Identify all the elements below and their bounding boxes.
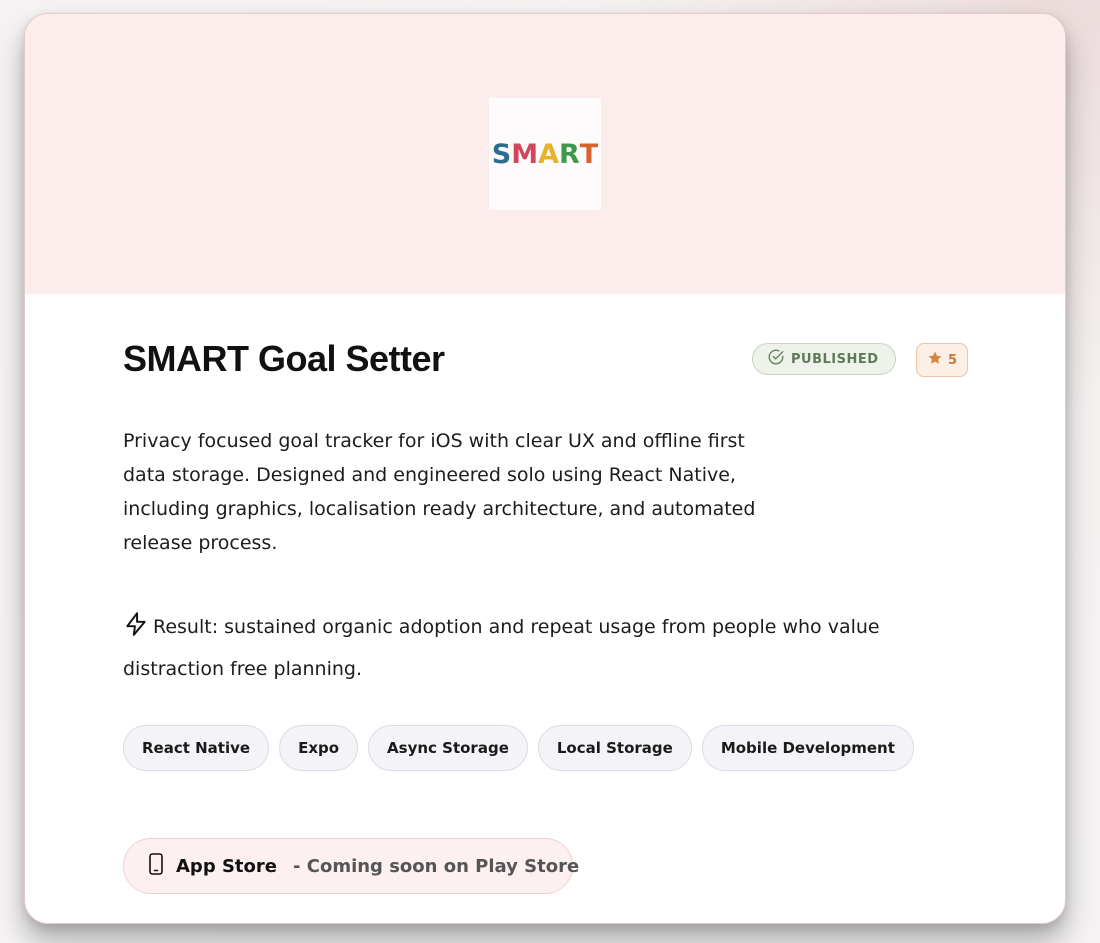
status-badge: PUBLISHED <box>752 343 896 375</box>
logo-wordmark: SMART <box>492 139 598 170</box>
tag-async-storage[interactable]: Async Storage <box>368 725 528 771</box>
star-icon <box>927 350 943 370</box>
tech-tags: React Native Expo Async Storage Local St… <box>123 725 914 771</box>
check-circle-icon <box>767 348 785 370</box>
result-text: Result: sustained organic adoption and r… <box>123 616 880 680</box>
project-description: Privacy focused goal tracker for iOS wit… <box>123 430 756 554</box>
store-note: - Coming soon on Play Store <box>293 855 580 877</box>
logo-letter: R <box>559 138 580 170</box>
logo-letter: A <box>538 138 559 170</box>
project-card: SMART SMART Goal Setter PUBLISHED 5 Priv… <box>24 13 1066 924</box>
smart-logo-icon: SMART <box>489 98 601 210</box>
store-name: App Store <box>176 855 277 877</box>
rating-badge: 5 <box>916 343 968 377</box>
tag-react-native[interactable]: React Native <box>123 725 270 771</box>
logo-letter: M <box>511 138 539 170</box>
tag-expo[interactable]: Expo <box>279 725 359 771</box>
app-store-link[interactable]: App Store - Coming soon on Play Store <box>123 838 579 894</box>
status-label: PUBLISHED <box>791 351 879 367</box>
project-title: SMART Goal Setter <box>123 338 445 379</box>
tag-mobile-development[interactable]: Mobile Development <box>701 725 914 771</box>
lightning-icon <box>123 611 149 650</box>
smartphone-icon <box>148 852 164 880</box>
project-hero: SMART <box>25 14 1065 294</box>
logo-letter: T <box>579 138 599 170</box>
project-result: Result: sustained organic adoption and r… <box>123 608 913 688</box>
rating-value: 5 <box>947 352 958 368</box>
logo-letter: S <box>491 138 512 170</box>
tag-local-storage[interactable]: Local Storage <box>537 725 692 771</box>
